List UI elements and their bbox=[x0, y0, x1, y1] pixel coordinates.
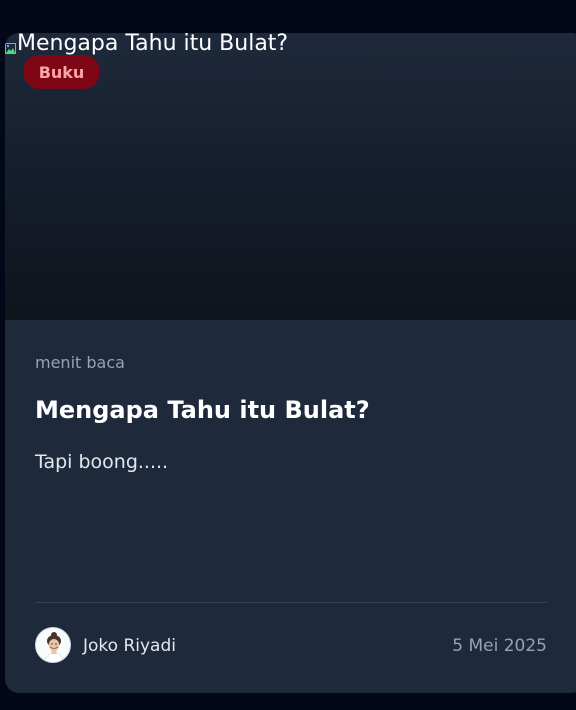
post-footer: Joko Riyadi 5 Mei 2025 bbox=[35, 627, 547, 665]
footer-divider bbox=[35, 602, 547, 603]
post-cover-image[interactable]: Mengapa Tahu itu Bulat? Buku bbox=[5, 33, 576, 320]
post-title[interactable]: Mengapa Tahu itu Bulat? bbox=[35, 395, 370, 425]
post-card[interactable]: Mengapa Tahu itu Bulat? Buku menit baca … bbox=[5, 33, 576, 693]
author-avatar[interactable] bbox=[35, 627, 71, 663]
broken-image-icon bbox=[5, 34, 16, 54]
post-excerpt: Tapi boong..... bbox=[35, 451, 169, 473]
author-name[interactable]: Joko Riyadi bbox=[83, 635, 176, 657]
post-date: 5 Mei 2025 bbox=[452, 636, 547, 656]
read-time: menit baca bbox=[35, 353, 125, 372]
category-badge[interactable]: Buku bbox=[23, 55, 100, 89]
